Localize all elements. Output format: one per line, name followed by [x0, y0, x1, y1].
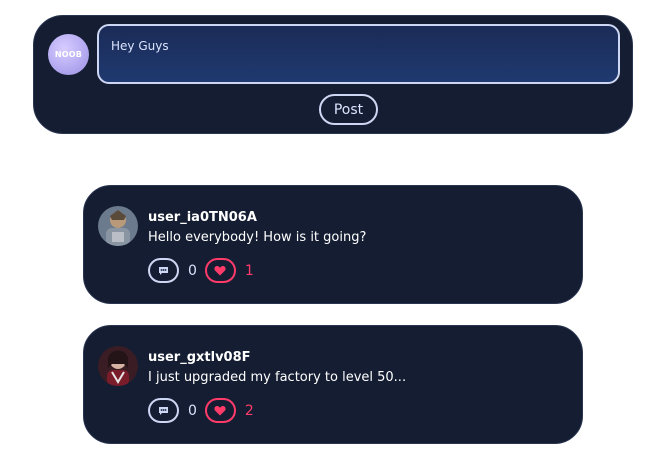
post-message: I just upgraded my factory to level 50..…: [148, 370, 407, 385]
comment-count: 0: [188, 262, 197, 279]
comment-icon: [159, 266, 168, 275]
current-user-avatar: NOOB: [48, 34, 89, 75]
post-username[interactable]: user_ia0TN06A: [148, 210, 257, 225]
comment-button[interactable]: [148, 398, 179, 423]
post-actions: 0 2: [148, 398, 262, 423]
post-composer: NOOB Hey Guys Post: [33, 15, 633, 134]
post-button[interactable]: Post: [319, 94, 378, 125]
comment-icon: [159, 406, 168, 415]
post-card: user_gxtlv08F I just upgraded my factory…: [83, 325, 583, 444]
post-actions: 0 1: [148, 258, 262, 283]
heart-icon: [214, 266, 227, 276]
post-message: Hello everybody! How is it going?: [148, 230, 367, 245]
post-input[interactable]: Hey Guys: [97, 24, 620, 84]
comment-button[interactable]: [148, 258, 179, 283]
user-avatar[interactable]: [98, 206, 138, 246]
like-button[interactable]: [204, 398, 236, 423]
user-avatar[interactable]: [98, 346, 138, 386]
post-card: user_ia0TN06A Hello everybody! How is it…: [83, 185, 583, 304]
heart-icon: [214, 406, 227, 416]
comment-count: 0: [188, 402, 197, 419]
like-count: 2: [244, 402, 254, 419]
post-username[interactable]: user_gxtlv08F: [148, 350, 251, 365]
like-count: 1: [244, 262, 254, 279]
avatar-label: NOOB: [54, 50, 83, 59]
like-button[interactable]: [204, 258, 236, 283]
